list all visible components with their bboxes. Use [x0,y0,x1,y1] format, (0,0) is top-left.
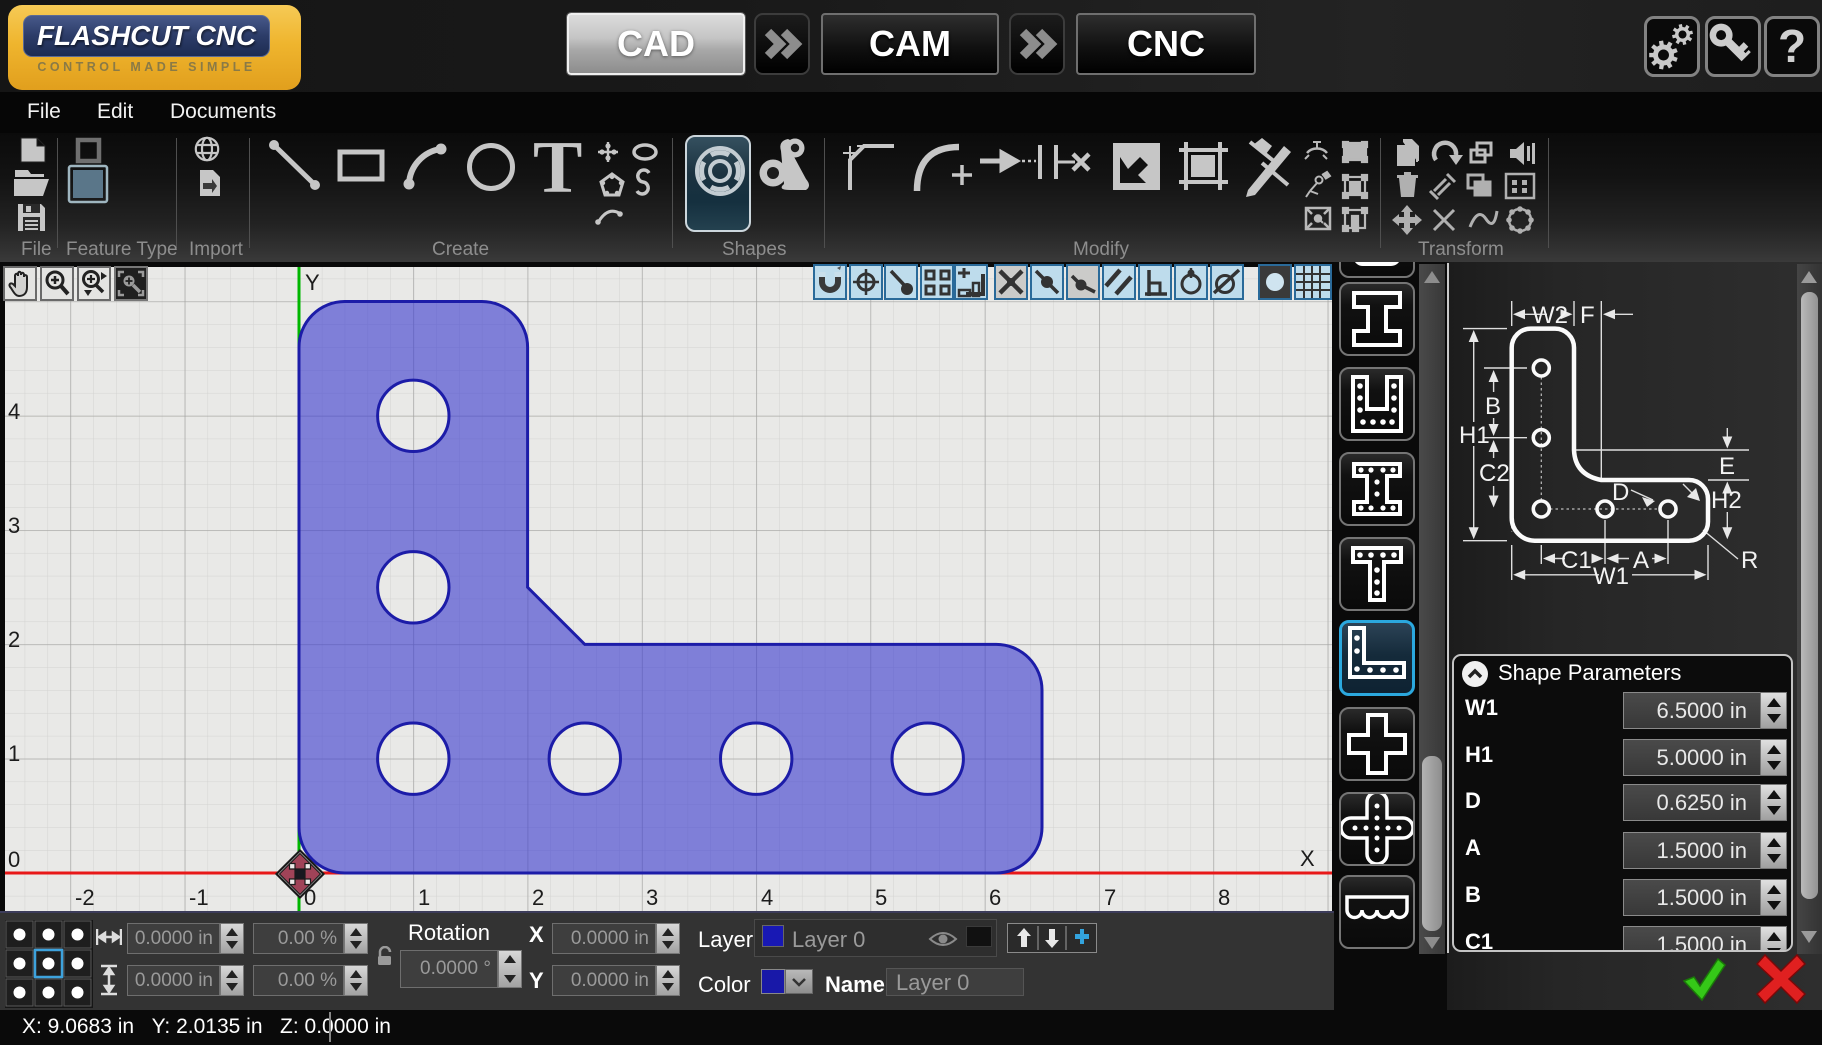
svg-text:T: T [533,133,582,209]
svg-text:6: 6 [989,885,1001,910]
svg-text:2: 2 [8,627,20,652]
svg-text:0: 0 [8,847,20,872]
svg-text:H2: H2 [1711,487,1742,514]
svg-text:3: 3 [646,885,658,910]
svg-text:7: 7 [1104,885,1116,910]
svg-text:4: 4 [761,885,773,910]
svg-text:-1: -1 [189,885,209,910]
svg-text:-2: -2 [75,885,95,910]
svg-text:W2: W2 [1532,302,1568,329]
svg-text:D: D [1612,479,1629,506]
svg-text:H1: H1 [1459,422,1490,449]
svg-text:C2: C2 [1479,460,1510,487]
svg-text:F: F [1580,302,1595,329]
svg-text:A: A [1633,547,1649,574]
svg-text:X: X [1300,846,1315,871]
svg-text:2: 2 [532,885,544,910]
svg-text:Y: Y [305,270,320,295]
svg-text:1: 1 [8,741,20,766]
svg-text:3: 3 [8,513,20,538]
svg-text:5: 5 [875,885,887,910]
svg-text:W1: W1 [1593,563,1629,590]
svg-text:E: E [1719,453,1735,480]
svg-text:1: 1 [418,885,430,910]
svg-text:R: R [1741,547,1758,574]
svg-text:8: 8 [1218,885,1230,910]
svg-text:4: 4 [8,399,20,424]
svg-text:C1: C1 [1561,547,1592,574]
svg-text:B: B [1485,393,1501,420]
